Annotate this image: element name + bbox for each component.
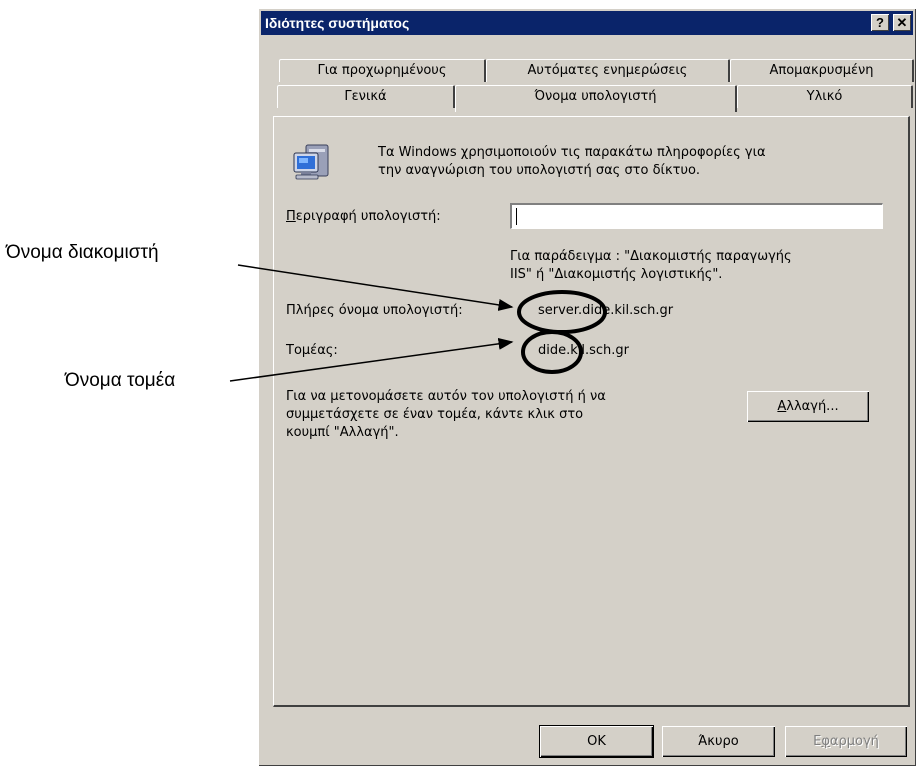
domain-name-arrow (229, 337, 514, 382)
server-name-highlight-circle (517, 290, 607, 334)
server-name-arrow (237, 264, 514, 311)
annotation-overlay (229, 264, 607, 382)
domain-name-highlight-circle (521, 330, 583, 374)
